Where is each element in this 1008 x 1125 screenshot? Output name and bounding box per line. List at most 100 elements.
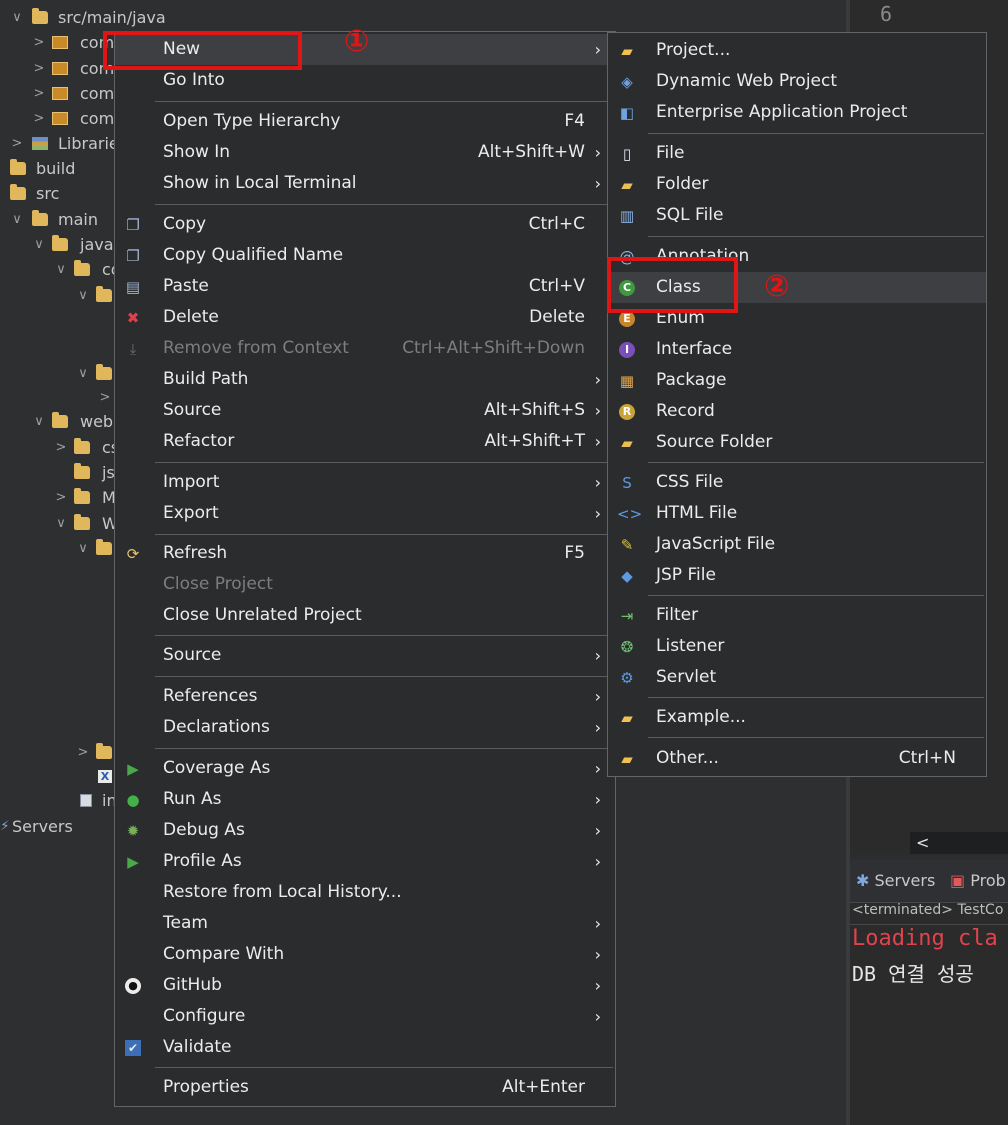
submenu-item-enterprise-application-project[interactable]: ◧ Enterprise Application Project xyxy=(608,97,986,128)
expand-chevron-icon[interactable]: ∨ xyxy=(54,512,68,536)
menu-item-show-in-local-terminal[interactable]: Show in Local Terminal › xyxy=(115,168,615,199)
scroll-left-icon[interactable]: < xyxy=(916,833,929,852)
menu-item-label: Coverage As xyxy=(163,758,271,778)
expand-chevron-icon[interactable]: ∨ xyxy=(32,410,46,434)
menu-item-label: Dynamic Web Project xyxy=(656,71,838,91)
submenu-item-interface[interactable]: I Interface xyxy=(608,334,986,365)
folder-icon xyxy=(74,488,90,504)
expand-chevron-icon[interactable]: > xyxy=(76,741,90,765)
submenu-item-record[interactable]: R Record xyxy=(608,396,986,427)
tree-item-label: com xyxy=(80,84,115,103)
menu-item-profile-as[interactable]: ▶ Profile As › xyxy=(115,846,615,877)
menu-item-references[interactable]: References › xyxy=(115,681,615,712)
submenu-item-javascript-file[interactable]: ✎ JavaScript File xyxy=(608,529,986,560)
expand-chevron-icon[interactable]: > xyxy=(32,31,46,55)
menu-item-github[interactable]: ● GitHub › xyxy=(115,970,615,1001)
menu-item-label: Delete xyxy=(163,307,219,327)
delete-icon: ✖ xyxy=(126,309,140,327)
menu-item-debug-as[interactable]: ✹ Debug As › xyxy=(115,815,615,846)
menu-item-label: Source xyxy=(163,645,222,665)
expand-chevron-icon[interactable]: ∨ xyxy=(10,208,24,232)
menu-separator xyxy=(648,462,984,463)
submenu-item-other[interactable]: ▰ Other... Ctrl+N xyxy=(608,743,986,774)
menu-item-label: Paste xyxy=(163,276,209,296)
menu-item-label: Source Folder xyxy=(656,432,773,452)
submenu-item-folder[interactable]: ▰ Folder xyxy=(608,169,986,200)
menu-item-coverage-as[interactable]: ▶ Coverage As › xyxy=(115,753,615,784)
submenu-item-css-file[interactable]: S CSS File xyxy=(608,467,986,498)
submenu-item-package[interactable]: ▦ Package xyxy=(608,365,986,396)
horizontal-scrollbar[interactable]: < xyxy=(910,832,1008,854)
menu-item-close-project[interactable]: Close Project xyxy=(115,569,615,600)
expand-chevron-icon[interactable]: ∨ xyxy=(76,537,90,561)
submenu-item-jsp-file[interactable]: ◆ JSP File xyxy=(608,560,986,591)
expand-chevron-icon[interactable]: ∨ xyxy=(76,362,90,386)
submenu-item-servlet[interactable]: ⚙ Servlet xyxy=(608,662,986,693)
refresh-icon: ⟳ xyxy=(126,545,140,563)
menu-item-configure[interactable]: Configure › xyxy=(115,1001,615,1032)
menu-item-build-path[interactable]: Build Path › xyxy=(115,364,615,395)
menu-separator xyxy=(155,204,613,205)
menu-item-paste[interactable]: ▤ Paste Ctrl+V xyxy=(115,271,615,302)
menu-item-open-type-hierarchy[interactable]: Open Type Hierarchy F4 xyxy=(115,106,615,137)
menu-item-import[interactable]: Import › xyxy=(115,467,615,498)
menu-item-label: Show In xyxy=(163,142,231,162)
menu-item-export[interactable]: Export › xyxy=(115,498,615,529)
submenu-item-source-folder[interactable]: ▰ Source Folder xyxy=(608,427,986,458)
menu-item-properties[interactable]: Properties Alt+Enter xyxy=(115,1072,615,1103)
menu-item-label: Copy xyxy=(163,214,207,234)
menu-item-close-unrelated-project[interactable]: Close Unrelated Project xyxy=(115,600,615,631)
menu-item-show-in[interactable]: Show In Alt+Shift+W › xyxy=(115,137,615,168)
tab-problems[interactable]: ▣ Prob xyxy=(950,871,1006,890)
submenu-item-sql-file[interactable]: ▥ SQL File xyxy=(608,200,986,231)
submenu-arrow-icon: › xyxy=(594,790,601,809)
menu-item-validate[interactable]: ✔ Validate xyxy=(115,1032,615,1063)
tab-servers[interactable]: ✱ Servers xyxy=(856,871,935,890)
menu-item-restore-local-history[interactable]: Restore from Local History... xyxy=(115,877,615,908)
submenu-arrow-icon: › xyxy=(594,174,601,193)
menu-item-source-2[interactable]: Source › xyxy=(115,640,615,671)
menu-item-label: Import xyxy=(163,472,220,492)
expand-chevron-icon[interactable]: ∨ xyxy=(32,233,46,257)
menu-item-label: Properties xyxy=(163,1077,249,1097)
expand-chevron-icon[interactable]: > xyxy=(32,82,46,106)
submenu-item-project[interactable]: ▰ Project... xyxy=(608,35,986,66)
submenu-item-html-file[interactable]: <> HTML File xyxy=(608,498,986,529)
menu-item-label: JSP File xyxy=(656,565,716,585)
menu-item-remove-from-context[interactable]: ⤓ Remove from Context Ctrl+Alt+Shift+Dow… xyxy=(115,333,615,364)
remove-from-context-icon: ⤓ xyxy=(129,340,137,358)
menu-separator xyxy=(155,748,613,749)
submenu-item-example[interactable]: ▰ Example... xyxy=(608,702,986,733)
submenu-item-filter[interactable]: ⇥ Filter xyxy=(608,600,986,631)
submenu-item-listener[interactable]: ❂ Listener xyxy=(608,631,986,662)
expand-chevron-icon[interactable]: > xyxy=(98,386,112,410)
folder-icon xyxy=(96,286,112,302)
menu-item-refresh[interactable]: ⟳ Refresh F5 xyxy=(115,538,615,569)
menu-item-source[interactable]: Source Alt+Shift+S › xyxy=(115,395,615,426)
expand-chevron-icon[interactable]: > xyxy=(54,486,68,510)
submenu-item-dynamic-web-project[interactable]: ◈ Dynamic Web Project xyxy=(608,66,986,97)
menu-item-label: Debug As xyxy=(163,820,245,840)
menu-item-copy[interactable]: ❐ Copy Ctrl+C xyxy=(115,209,615,240)
folder-icon xyxy=(32,210,48,226)
xml-file-icon: X xyxy=(98,770,112,783)
expand-chevron-icon[interactable]: > xyxy=(32,107,46,131)
menu-item-delete[interactable]: ✖ Delete Delete xyxy=(115,302,615,333)
menu-item-team[interactable]: Team › xyxy=(115,908,615,939)
expand-chevron-icon[interactable]: > xyxy=(32,57,46,81)
expand-chevron-icon[interactable]: ∨ xyxy=(10,6,24,30)
menu-item-shortcut: Alt+Enter xyxy=(502,1077,585,1097)
menu-item-label: Configure xyxy=(163,1006,246,1026)
menu-item-declarations[interactable]: Declarations › xyxy=(115,712,615,743)
expand-chevron-icon[interactable]: ∨ xyxy=(76,284,90,308)
expand-chevron-icon[interactable]: > xyxy=(54,436,68,460)
menu-item-shortcut: Alt+Shift+S xyxy=(484,400,585,420)
menu-item-compare-with[interactable]: Compare With › xyxy=(115,939,615,970)
folder-icon xyxy=(10,184,26,200)
submenu-item-file[interactable]: ▯ File xyxy=(608,138,986,169)
expand-chevron-icon[interactable]: > xyxy=(10,132,24,156)
menu-item-refactor[interactable]: Refactor Alt+Shift+T › xyxy=(115,426,615,457)
menu-item-copy-qualified-name[interactable]: ❐ Copy Qualified Name xyxy=(115,240,615,271)
expand-chevron-icon[interactable]: ∨ xyxy=(54,258,68,282)
menu-item-run-as[interactable]: ● Run As › xyxy=(115,784,615,815)
